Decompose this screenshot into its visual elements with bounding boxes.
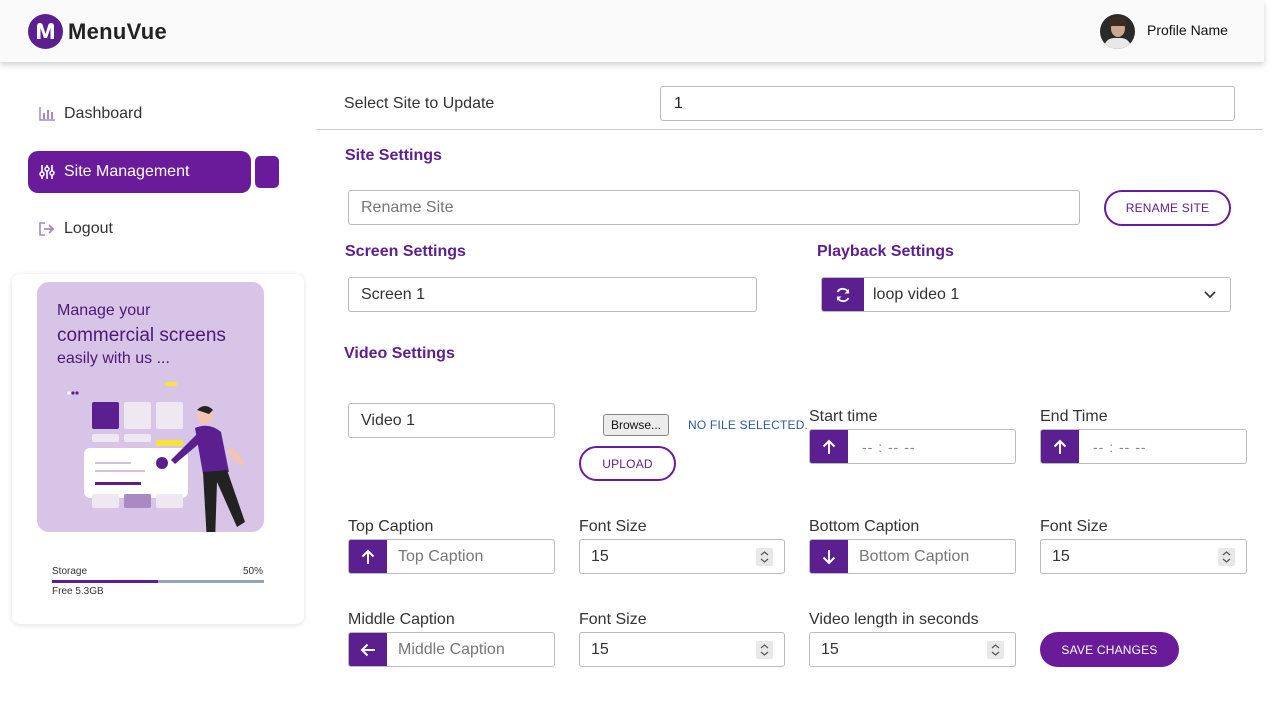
video-name-input[interactable]: Video 1 (348, 403, 555, 438)
screen-settings-heading: Screen Settings (345, 243, 466, 260)
top-font-size-label: Font Size (579, 518, 647, 535)
bar-chart-icon (28, 107, 64, 121)
bottom-caption-input[interactable]: Bottom Caption (809, 539, 1016, 574)
divider (316, 129, 1263, 130)
arrow-left-icon (349, 633, 387, 666)
middle-font-size-input[interactable]: 15 (579, 632, 785, 667)
menuvue-logo-icon[interactable] (28, 14, 63, 49)
brand-name: MenuVue (68, 19, 168, 44)
bottom-font-size-label: Font Size (1040, 518, 1108, 535)
end-time-label: End Time (1040, 408, 1108, 425)
screen-name-value: Screen 1 (361, 285, 426, 303)
select-site-label: Select Site to Update (344, 95, 495, 112)
rename-site-button[interactable]: RENAME SITE (1104, 190, 1231, 226)
top-caption-label: Top Caption (348, 518, 434, 535)
spinner-icon[interactable] (756, 548, 773, 566)
sliders-icon (28, 164, 64, 180)
playback-settings-heading: Playback Settings (817, 243, 954, 260)
top-bar: MenuVue Profile Name (0, 0, 1264, 62)
promo-line-1: Manage your (57, 302, 151, 319)
video-length-input[interactable]: 15 (809, 632, 1016, 667)
middle-caption-label: Middle Caption (348, 611, 455, 628)
sidebar-item-logout[interactable]: Logout (28, 208, 279, 250)
sidebar-item-label: Site Management (64, 163, 190, 180)
storage-progress-bar (52, 580, 264, 583)
sidebar-item-label: Logout (64, 220, 113, 237)
screen-name-input[interactable]: Screen 1 (348, 277, 757, 312)
promo-line-3: easily with us ... (57, 350, 170, 367)
browse-file-button[interactable]: Browse... (603, 414, 669, 436)
select-site-input[interactable]: 1 (660, 86, 1235, 121)
bottom-font-size-value: 15 (1052, 547, 1070, 565)
save-changes-button[interactable]: SAVE CHANGES (1040, 632, 1179, 667)
top-caption-input[interactable]: Top Caption (348, 539, 555, 574)
arrow-down-icon (810, 540, 848, 573)
end-time-input[interactable]: -- : -- -- (1040, 429, 1247, 464)
playback-value: loop video 1 (873, 285, 960, 303)
top-caption-placeholder: Top Caption (398, 547, 484, 565)
storage-percent: 50% (243, 566, 264, 577)
start-time-label: Start time (809, 408, 878, 425)
spinner-icon[interactable] (987, 641, 1004, 659)
refresh-icon (822, 278, 864, 311)
sidebar-item-label: Dashboard (64, 105, 143, 122)
file-status: NO FILE SELECTED. (688, 418, 809, 432)
spinner-icon[interactable] (756, 641, 773, 659)
storage-progress-fill (52, 580, 158, 583)
top-font-size-input[interactable]: 15 (579, 539, 785, 574)
logout-icon (28, 222, 64, 236)
start-time-placeholder: -- : -- -- (862, 438, 916, 455)
top-font-size-value: 15 (591, 547, 609, 565)
select-site-value: 1 (674, 94, 683, 112)
arrow-up-icon (810, 430, 848, 463)
site-settings-heading: Site Settings (345, 147, 442, 164)
video-name-value: Video 1 (361, 411, 415, 429)
rename-site-placeholder: Rename Site (361, 198, 454, 216)
video-length-value: 15 (821, 640, 839, 658)
bottom-caption-placeholder: Bottom Caption (859, 547, 970, 565)
storage-label: Storage (52, 566, 88, 577)
middle-caption-input[interactable]: Middle Caption (348, 632, 555, 667)
video-settings-heading: Video Settings (344, 345, 455, 362)
arrow-up-icon (1041, 430, 1079, 463)
chevron-down-icon (1190, 278, 1230, 311)
bottom-font-size-input[interactable]: 15 (1040, 539, 1247, 574)
sidebar-item-site-management[interactable]: Site Management (28, 151, 251, 193)
promo-line-2: commercial screens (57, 325, 226, 346)
upload-button[interactable]: UPLOAD (579, 446, 676, 481)
video-length-label: Video length in seconds (809, 611, 979, 628)
spinner-icon[interactable] (1218, 548, 1235, 566)
start-time-input[interactable]: -- : -- -- (809, 429, 1016, 464)
profile-name[interactable]: Profile Name (1147, 22, 1228, 38)
avatar[interactable] (1100, 14, 1135, 49)
playback-select[interactable]: loop video 1 (821, 277, 1231, 312)
end-time-placeholder: -- : -- -- (1093, 438, 1147, 455)
storage-free: Free 5.3GB (52, 586, 104, 597)
middle-font-size-label: Font Size (579, 611, 647, 628)
arrow-up-icon (349, 540, 387, 573)
sidebar-item-dashboard[interactable]: Dashboard (28, 93, 279, 135)
rename-site-input[interactable]: Rename Site (348, 190, 1080, 225)
bottom-caption-label: Bottom Caption (809, 518, 920, 535)
middle-font-size-value: 15 (591, 640, 609, 658)
active-indicator (255, 156, 279, 188)
middle-caption-placeholder: Middle Caption (398, 640, 505, 658)
